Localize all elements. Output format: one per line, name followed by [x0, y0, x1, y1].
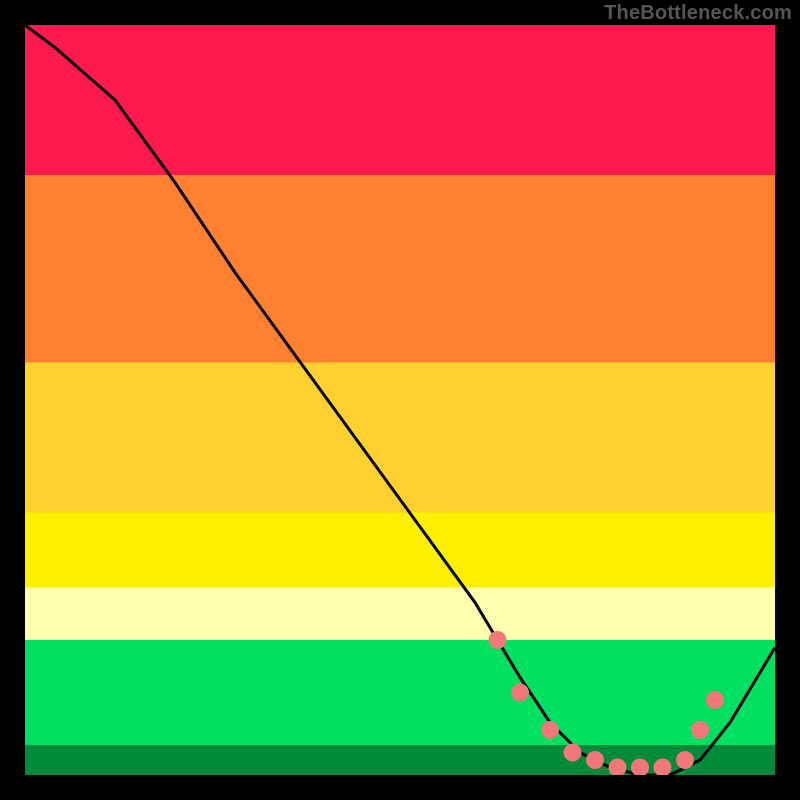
optimal-marker	[564, 744, 582, 762]
optimal-marker	[541, 721, 559, 739]
chart-canvas	[25, 25, 775, 775]
optimal-marker	[691, 721, 709, 739]
optimal-marker	[586, 751, 604, 769]
optimal-marker	[676, 751, 694, 769]
chart-frame: TheBottleneck.com	[0, 0, 800, 800]
optimal-marker	[706, 691, 724, 709]
optimal-marker	[489, 631, 507, 649]
plot-area	[25, 25, 775, 775]
gradient-background	[25, 25, 775, 775]
optimal-marker	[511, 684, 529, 702]
watermark-text: TheBottleneck.com	[604, 2, 792, 25]
